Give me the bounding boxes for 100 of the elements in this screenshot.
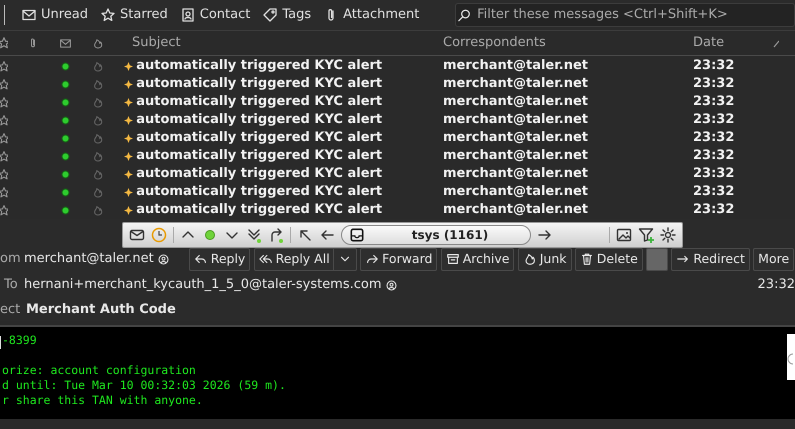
- column-header[interactable]: Correspondents: [443, 35, 546, 50]
- filter-search-field[interactable]: Filter these messages <Ctrl+Shift+K>: [455, 3, 795, 27]
- body-text-line: d until: Tue Mar 10 00:32:03 2026 (59 m).: [2, 378, 286, 392]
- subject-label: ect: [0, 301, 22, 320]
- message-subject[interactable]: automatically triggered KYC alert: [136, 92, 382, 112]
- body-text-line: -8399: [2, 333, 37, 347]
- star-icon: [0, 114, 8, 126]
- star-icon: [0, 186, 8, 198]
- contact-icon: [156, 252, 170, 266]
- message-date[interactable]: 23:32: [693, 182, 734, 202]
- message-action-button[interactable]: Redirect: [671, 248, 750, 270]
- star-icon: [0, 150, 8, 162]
- double-down-arrow-icon[interactable]: [246, 227, 262, 243]
- star-icon: [0, 60, 8, 72]
- message-date[interactable]: 23:32: [693, 74, 734, 94]
- flame-icon: [92, 150, 104, 162]
- inbox-icon: [350, 228, 364, 242]
- flame-icon: [522, 252, 537, 266]
- folder-selector[interactable]: tsys (1161): [341, 225, 531, 245]
- flame-icon: [92, 60, 104, 72]
- filter-add-icon[interactable]: [638, 227, 654, 243]
- from-label: om: [0, 250, 22, 268]
- to-label: To: [3, 276, 19, 294]
- envelope-icon: [58, 36, 72, 50]
- reply-all-arrow-icon: [258, 252, 273, 266]
- star-icon: [0, 96, 8, 108]
- message-subject[interactable]: automatically triggered KYC alert: [136, 110, 382, 130]
- star-icon: [0, 132, 8, 144]
- message-subject-heading: Merchant Auth Code: [26, 301, 176, 320]
- contact-card-icon: [180, 7, 196, 23]
- filter-button[interactable]: Attachment: [317, 3, 426, 27]
- message-subject[interactable]: automatically triggered KYC alert: [136, 164, 382, 184]
- message-time: 23:32: [758, 276, 795, 294]
- message-correspondent[interactable]: merchant@taler.net: [443, 94, 588, 110]
- image-icon[interactable]: [616, 227, 632, 243]
- filter-button[interactable]: Starred: [94, 3, 174, 27]
- sender-address[interactable]: merchant@taler.net: [24, 249, 154, 269]
- message-action-button[interactable]: More: [753, 248, 794, 270]
- message-date[interactable]: 23:32: [693, 92, 734, 112]
- flame-icon: [92, 114, 104, 126]
- message-date[interactable]: 23:32: [693, 200, 734, 220]
- message-date[interactable]: 23:32: [693, 146, 734, 166]
- flame-icon: [92, 36, 104, 50]
- message-subject[interactable]: automatically triggered KYC alert: [136, 74, 382, 94]
- message-subject[interactable]: automatically triggered KYC alert: [136, 56, 382, 76]
- message-action-button[interactable]: Forward: [360, 248, 438, 270]
- archive-box-icon: [446, 252, 460, 266]
- message-correspondent[interactable]: merchant@taler.net: [443, 148, 588, 164]
- message-action-button[interactable]: Delete: [574, 248, 643, 270]
- filter-button[interactable]: Unread: [15, 3, 94, 27]
- forward-arrow-icon: [365, 252, 380, 266]
- body-text-line: r share this TAN with anyone.: [2, 393, 203, 407]
- message-correspondent[interactable]: merchant@taler.net: [443, 112, 588, 128]
- message-date[interactable]: 23:32: [693, 56, 734, 76]
- status-dot[interactable]: [202, 227, 218, 243]
- star-icon: [100, 7, 116, 23]
- message-action-button[interactable]: Archive: [440, 248, 514, 270]
- column-header[interactable]: Subject: [132, 35, 181, 50]
- flame-icon: [92, 204, 104, 216]
- contact-icon: [384, 278, 398, 292]
- remote-content-button[interactable]: [646, 248, 668, 270]
- message-date[interactable]: 23:32: [693, 128, 734, 148]
- reply-arrow-icon: [194, 252, 208, 266]
- column-header[interactable]: Date: [693, 35, 724, 50]
- dropdown-button[interactable]: [332, 248, 357, 270]
- tag-icon: [262, 7, 278, 23]
- flame-icon: [92, 78, 104, 90]
- message-correspondent[interactable]: merchant@taler.net: [443, 76, 588, 92]
- envelope-icon: [21, 7, 37, 23]
- filter-button[interactable]: Tags: [256, 3, 318, 27]
- message-action-button[interactable]: Reply: [188, 248, 250, 270]
- message-subject[interactable]: automatically triggered KYC alert: [136, 128, 382, 148]
- message-subject[interactable]: automatically triggered KYC alert: [136, 200, 382, 220]
- star-icon: [0, 36, 8, 50]
- clock-icon[interactable]: [151, 227, 167, 243]
- star-icon: [0, 78, 8, 90]
- text-cursor: [0, 336, 1, 349]
- message-correspondent[interactable]: merchant@taler.net: [443, 202, 588, 218]
- message-action-button[interactable]: Reply All: [254, 248, 335, 270]
- flame-icon: [92, 186, 104, 198]
- trash-icon: [580, 252, 594, 266]
- message-correspondent[interactable]: merchant@taler.net: [443, 166, 588, 182]
- flame-icon: [92, 132, 104, 144]
- star-icon: [0, 168, 8, 180]
- settings-icon[interactable]: [660, 227, 676, 243]
- body-text-line: orize: account configuration: [2, 363, 196, 377]
- flame-icon: [92, 96, 104, 108]
- message-subject[interactable]: automatically triggered KYC alert: [136, 182, 382, 202]
- message-correspondent[interactable]: merchant@taler.net: [443, 130, 588, 146]
- message-subject[interactable]: automatically triggered KYC alert: [136, 146, 382, 166]
- message-action-button[interactable]: Junk: [518, 248, 572, 270]
- recipient-address[interactable]: hernani+merchant_kycauth_1_5_0@taler-systems.com: [24, 275, 382, 295]
- flame-icon: [92, 168, 104, 180]
- message-date[interactable]: 23:32: [693, 110, 734, 130]
- star-icon: [0, 204, 8, 216]
- message-date[interactable]: 23:32: [693, 164, 734, 184]
- envelope-icon[interactable]: [129, 227, 145, 243]
- filter-button[interactable]: Contact: [174, 3, 256, 27]
- message-correspondent[interactable]: merchant@taler.net: [443, 184, 588, 200]
- message-correspondent[interactable]: merchant@taler.net: [443, 58, 588, 74]
